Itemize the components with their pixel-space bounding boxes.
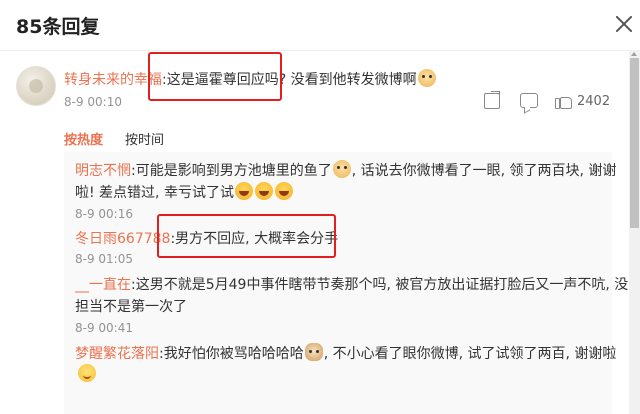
laugh-emoji-icon bbox=[234, 182, 253, 200]
reply-1-line-1: 明志不惘:可能是影响到男方池塘里的鱼了 , 话说去你微博看了一眼, 领了两百块, … bbox=[75, 160, 616, 180]
main-comment-text-after: 没看到他转发微博啊 bbox=[290, 72, 417, 88]
header-divider bbox=[0, 50, 630, 51]
reply-1-text-cont: , 话说去你微博看了一眼, 领了两百块, 谢谢 bbox=[351, 163, 617, 179]
tab-sort-time[interactable]: 按时间 bbox=[125, 129, 164, 148]
laugh-emoji-icon bbox=[254, 182, 273, 200]
reply-4-username[interactable]: 梦醒繁花落阳 bbox=[75, 346, 159, 362]
reply-4-line-2 bbox=[77, 364, 97, 383]
scrollbar-thumb[interactable] bbox=[630, 58, 639, 228]
doge-emoji-icon bbox=[332, 160, 351, 178]
reply-3-line-2: 担当不是第一次了 bbox=[75, 296, 187, 316]
close-icon[interactable] bbox=[612, 12, 636, 36]
like-count[interactable]: 2402 bbox=[577, 94, 610, 109]
tab-sort-hot[interactable]: 按热度 bbox=[64, 129, 103, 148]
cat-emoji-icon bbox=[304, 343, 323, 361]
reply-1-time: 8-9 00:16 bbox=[75, 207, 133, 221]
reply-4-line-1: 梦醒繁花落阳:我好怕你被骂哈哈哈哈 , 不小心看了眼你微博, 试了试领了两百, 谢… bbox=[75, 343, 616, 363]
reply-4-text-cont: , 不小心看了眼你微博, 试了试领了两百, 谢谢啦 bbox=[323, 346, 617, 362]
reply-3-text: :这男不就是5月49中事件瞎带节奏那个吗, 被官方放出证据打脸后又一声不吭, 没 bbox=[131, 277, 629, 293]
doge-emoji-icon bbox=[417, 69, 436, 87]
smile-emoji-icon bbox=[78, 364, 96, 382]
share-icon[interactable] bbox=[484, 91, 500, 109]
scroll-up-arrow-icon[interactable] bbox=[631, 52, 637, 56]
highlight-box bbox=[148, 52, 282, 101]
reply-1-line-2: 啦! 差点错过, 幸亏试了试 bbox=[75, 182, 294, 202]
reply-3-username[interactable]: __一直在 bbox=[75, 277, 131, 293]
laugh-emoji-icon bbox=[274, 182, 293, 200]
reply-4-text: :我好怕你被骂哈哈哈哈 bbox=[159, 346, 304, 362]
avatar[interactable] bbox=[16, 66, 56, 106]
reply-3-text-2: 担当不是第一次了 bbox=[75, 299, 187, 315]
main-comment-time: 8-9 00:10 bbox=[64, 95, 122, 109]
reply-3-time: 8-9 00:41 bbox=[75, 321, 133, 335]
reply-1-text-2: 啦! 差点错过, 幸亏试了试 bbox=[75, 185, 234, 201]
reply-3-line-1: __一直在:这男不就是5月49中事件瞎带节奏那个吗, 被官方放出证据打脸后又一声… bbox=[75, 274, 628, 294]
reply-1-username[interactable]: 明志不惘 bbox=[75, 163, 131, 179]
reply-1-text: :可能是影响到男方池塘里的鱼了 bbox=[131, 163, 332, 179]
reply-2-time: 8-9 01:05 bbox=[75, 252, 133, 266]
like-icon[interactable] bbox=[555, 92, 572, 109]
page-title: 85条回复 bbox=[16, 16, 100, 38]
comment-icon[interactable] bbox=[520, 93, 538, 108]
highlight-box bbox=[157, 214, 336, 258]
